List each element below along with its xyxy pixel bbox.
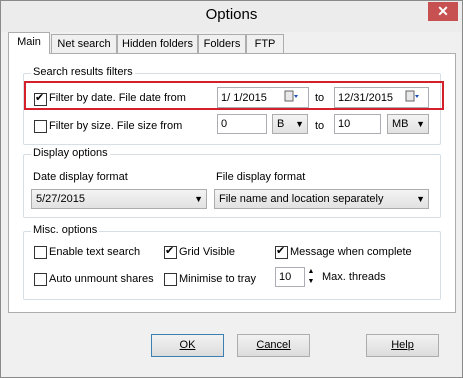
enable-text-search-label: Enable text search [49, 246, 141, 258]
size-to-label: to [315, 120, 325, 132]
spin-down-icon[interactable]: ▼ [306, 277, 316, 286]
size-to-unit-select[interactable]: MB ▼ [387, 114, 429, 134]
date-to-input[interactable]: 12/31/2015 [334, 87, 429, 108]
calendar-dropdown-icon[interactable] [284, 90, 298, 103]
tab-net-search[interactable]: Net search [51, 34, 117, 53]
date-format-value: 5/27/2015 [36, 193, 85, 205]
spin-up-icon[interactable]: ▲ [306, 267, 316, 276]
cancel-button-label: Cancel [256, 339, 291, 351]
auto-unmount-checkbox[interactable] [34, 273, 47, 286]
close-icon: ✕ [437, 3, 449, 19]
chevron-down-icon: ▼ [416, 119, 425, 129]
date-to-value: 12/31/2015 [338, 92, 394, 104]
tab-main[interactable]: Main [8, 32, 50, 54]
date-from-value: 1/ 1/2015 [221, 92, 267, 104]
size-from-unit-select[interactable]: B ▼ [272, 114, 308, 134]
main-tab-panel: Search results filters Filter by date. F… [8, 53, 456, 313]
ok-button[interactable]: OK [151, 334, 224, 357]
file-format-select[interactable]: File name and location separately ▼ [214, 189, 429, 209]
size-from-input[interactable]: 0 [217, 114, 267, 134]
help-button-label: Help [391, 339, 414, 351]
tab-ftp[interactable]: FTP [246, 34, 284, 53]
enable-text-search-checkbox[interactable] [34, 246, 47, 259]
size-from-unit-value: B [277, 118, 285, 130]
misc-options-group: Misc. options [23, 224, 441, 300]
minimise-tray-label: Minimise to tray [179, 273, 257, 285]
date-filter-label: Filter by date. File date from [49, 92, 186, 104]
message-complete-label: Message when complete [290, 246, 412, 258]
size-to-input[interactable]: 10 [334, 114, 381, 134]
options-dialog: Options ✕ Main Net search Hidden folders… [0, 0, 463, 378]
search-filters-label: Search results filters [31, 66, 135, 78]
chevron-down-icon: ▼ [416, 194, 425, 204]
help-button[interactable]: Help [366, 334, 439, 357]
date-to-label: to [315, 92, 325, 104]
grid-visible-label: Grid Visible [179, 246, 236, 258]
date-format-label: Date display format [33, 171, 128, 183]
size-to-unit-value: MB [392, 118, 409, 130]
message-complete-checkbox[interactable] [275, 244, 288, 259]
cancel-button[interactable]: Cancel [237, 334, 310, 357]
auto-unmount-label: Auto unmount shares [49, 273, 154, 285]
file-format-value: File name and location separately [219, 193, 384, 205]
date-format-select[interactable]: 5/27/2015 ▼ [31, 189, 207, 209]
misc-options-label: Misc. options [31, 224, 100, 236]
chevron-down-icon: ▼ [295, 119, 304, 129]
close-button[interactable]: ✕ [428, 2, 458, 21]
minimise-tray-checkbox[interactable] [164, 273, 177, 286]
calendar-dropdown-icon[interactable] [405, 90, 419, 103]
window-title: Options [205, 6, 258, 23]
max-threads-label: Max. threads [322, 271, 386, 283]
size-filter-checkbox[interactable] [34, 120, 47, 133]
title-bar: Options ✕ [1, 1, 462, 32]
date-from-input[interactable]: 1/ 1/2015 [217, 87, 309, 108]
tab-hidden-folders[interactable]: Hidden folders [117, 34, 198, 53]
chevron-down-icon: ▼ [194, 194, 203, 204]
display-options-label: Display options [31, 147, 110, 159]
file-format-label: File display format [216, 171, 306, 183]
tab-folders[interactable]: Folders [198, 34, 246, 53]
size-filter-label: Filter by size. File size from [49, 120, 183, 132]
grid-visible-checkbox[interactable] [164, 244, 177, 259]
max-threads-input[interactable]: 10 [275, 267, 305, 287]
date-filter-checkbox[interactable] [34, 91, 47, 106]
ok-button-label: OK [179, 339, 196, 351]
